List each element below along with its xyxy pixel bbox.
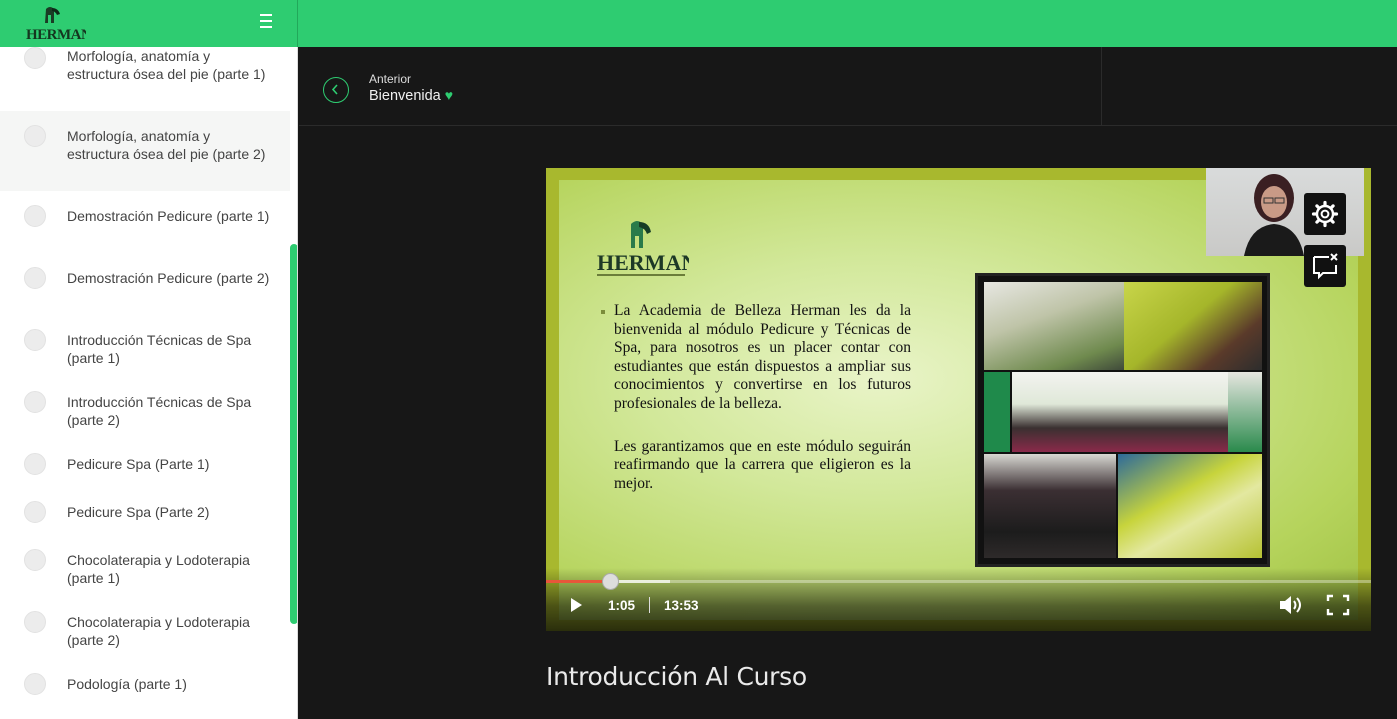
- slide-text: La Academia de Belleza Herman les da la …: [614, 302, 911, 517]
- lesson-status-circle: [24, 125, 46, 147]
- lesson-label: Introducción Técnicas de Spa (parte 2): [67, 394, 252, 428]
- duration: 13:53: [664, 598, 699, 613]
- previous-lesson-title: Bienvenida: [369, 88, 441, 104]
- lesson-status-circle: [24, 329, 46, 351]
- lesson-status-circle: [24, 673, 46, 695]
- lesson-status-circle: [24, 611, 46, 633]
- lesson-status-circle: [24, 47, 46, 69]
- green-wall-photo: [984, 372, 1010, 452]
- lesson-label: Morfología, anatomía y estructura ósea d…: [67, 128, 266, 162]
- menu-toggle-button[interactable]: [256, 14, 276, 32]
- lesson-list: Morfología, anatomía y estructura ósea d…: [0, 47, 290, 707]
- lesson-label: Demostración Pedicure (parte 2): [67, 270, 270, 286]
- lesson-item[interactable]: Pedicure Spa (Parte 1): [0, 439, 290, 487]
- sidebar-header: HERMAN: [0, 0, 298, 47]
- lesson-status-circle: [24, 501, 46, 523]
- play-icon: [571, 598, 582, 612]
- lesson-item[interactable]: Demostración Pedicure (parte 2): [0, 253, 290, 315]
- lesson-item[interactable]: Chocolaterapia y Lodoterapia (parte 1): [0, 535, 290, 597]
- lesson-item[interactable]: Introducción Técnicas de Spa (parte 2): [0, 377, 290, 439]
- lesson-label: Introducción Técnicas de Spa (parte 1): [67, 332, 252, 366]
- lesson-label: Chocolaterapia y Lodoterapia (parte 1): [67, 552, 250, 586]
- svg-text:HERMAN: HERMAN: [597, 250, 689, 275]
- group-photo: [1012, 372, 1228, 452]
- lesson-label: Chocolaterapia y Lodoterapia (parte 2): [67, 614, 250, 648]
- previous-lesson-button[interactable]: [323, 77, 349, 103]
- time-separator: [649, 597, 650, 613]
- video-player[interactable]: HERMAN La Academia de Belleza Herman les…: [546, 168, 1371, 631]
- captions-button[interactable]: [1304, 245, 1346, 287]
- students-photo: [1124, 282, 1262, 370]
- practice-photo: [1118, 454, 1262, 558]
- lesson-status-circle: [24, 549, 46, 571]
- played-bar: [546, 580, 611, 583]
- lesson-label: Pedicure Spa (Parte 2): [67, 504, 210, 520]
- lesson-sidebar[interactable]: Morfología, anatomía y estructura ósea d…: [0, 47, 298, 719]
- fullscreen-button[interactable]: [1325, 593, 1351, 617]
- lesson-item-active[interactable]: Morfología, anatomía y estructura ósea d…: [0, 111, 290, 191]
- classroom-photo: [984, 282, 1124, 370]
- photo-collage: [975, 273, 1270, 567]
- lesson-label: Demostración Pedicure (parte 1): [67, 208, 270, 224]
- settings-button[interactable]: [1304, 193, 1346, 235]
- lesson-item[interactable]: Chocolaterapia y Lodoterapia (parte 2): [0, 597, 290, 659]
- slide-bullet: [601, 310, 605, 314]
- current-time: 1:05: [608, 598, 636, 613]
- slide-paragraph: Les garantizamos que en este módulo segu…: [614, 437, 911, 492]
- play-button[interactable]: [568, 597, 584, 613]
- heart-icon: ♥: [444, 87, 454, 103]
- fullscreen-icon: [1326, 594, 1350, 616]
- lesson-status-circle: [24, 267, 46, 289]
- progress-bar[interactable]: [546, 580, 1371, 583]
- lesson-item[interactable]: Pedicure Spa (Parte 2): [0, 487, 290, 535]
- herman-logo[interactable]: HERMAN: [24, 5, 86, 43]
- caption-off-icon: [1313, 253, 1338, 280]
- lesson-label: Morfología, anatomía y estructura ósea d…: [67, 48, 266, 82]
- lesson-item[interactable]: Morfología, anatomía y estructura ósea d…: [0, 47, 290, 111]
- lesson-item[interactable]: Introducción Técnicas de Spa (parte 1): [0, 315, 290, 377]
- lesson-item[interactable]: Podología (parte 1): [0, 659, 290, 707]
- volume-button[interactable]: [1278, 593, 1304, 617]
- sidebar-scrollbar[interactable]: [290, 244, 297, 624]
- graduation-photo: [984, 454, 1116, 558]
- main-content: Anterior Bienvenida ♥ HERMAN La Academia …: [299, 47, 1397, 719]
- lesson-status-circle: [24, 205, 46, 227]
- gear-icon: [1311, 200, 1339, 228]
- lesson-status-circle: [24, 391, 46, 413]
- presenter-figure: [1244, 174, 1304, 256]
- lesson-label: Podología (parte 1): [67, 676, 187, 692]
- chevron-left-icon: [331, 84, 338, 95]
- academy-logo: HERMAN: [597, 221, 689, 276]
- lesson-item[interactable]: Demostración Pedicure (parte 1): [0, 191, 290, 253]
- slide-paragraph: La Academia de Belleza Herman les da la …: [614, 302, 911, 412]
- green-wall-photo: [1228, 372, 1262, 452]
- header-divider: [1101, 47, 1102, 126]
- previous-label: Anterior: [369, 72, 412, 86]
- previous-lesson-bar: Anterior Bienvenida ♥: [299, 47, 1397, 126]
- lesson-status-circle: [24, 453, 46, 475]
- volume-icon: [1280, 596, 1301, 614]
- lesson-label: Pedicure Spa (Parte 1): [67, 456, 210, 472]
- svg-text:HERMAN: HERMAN: [26, 27, 86, 43]
- lesson-title: Introducción Al Curso: [546, 662, 807, 691]
- previous-lesson-link[interactable]: Bienvenida ♥: [369, 87, 453, 104]
